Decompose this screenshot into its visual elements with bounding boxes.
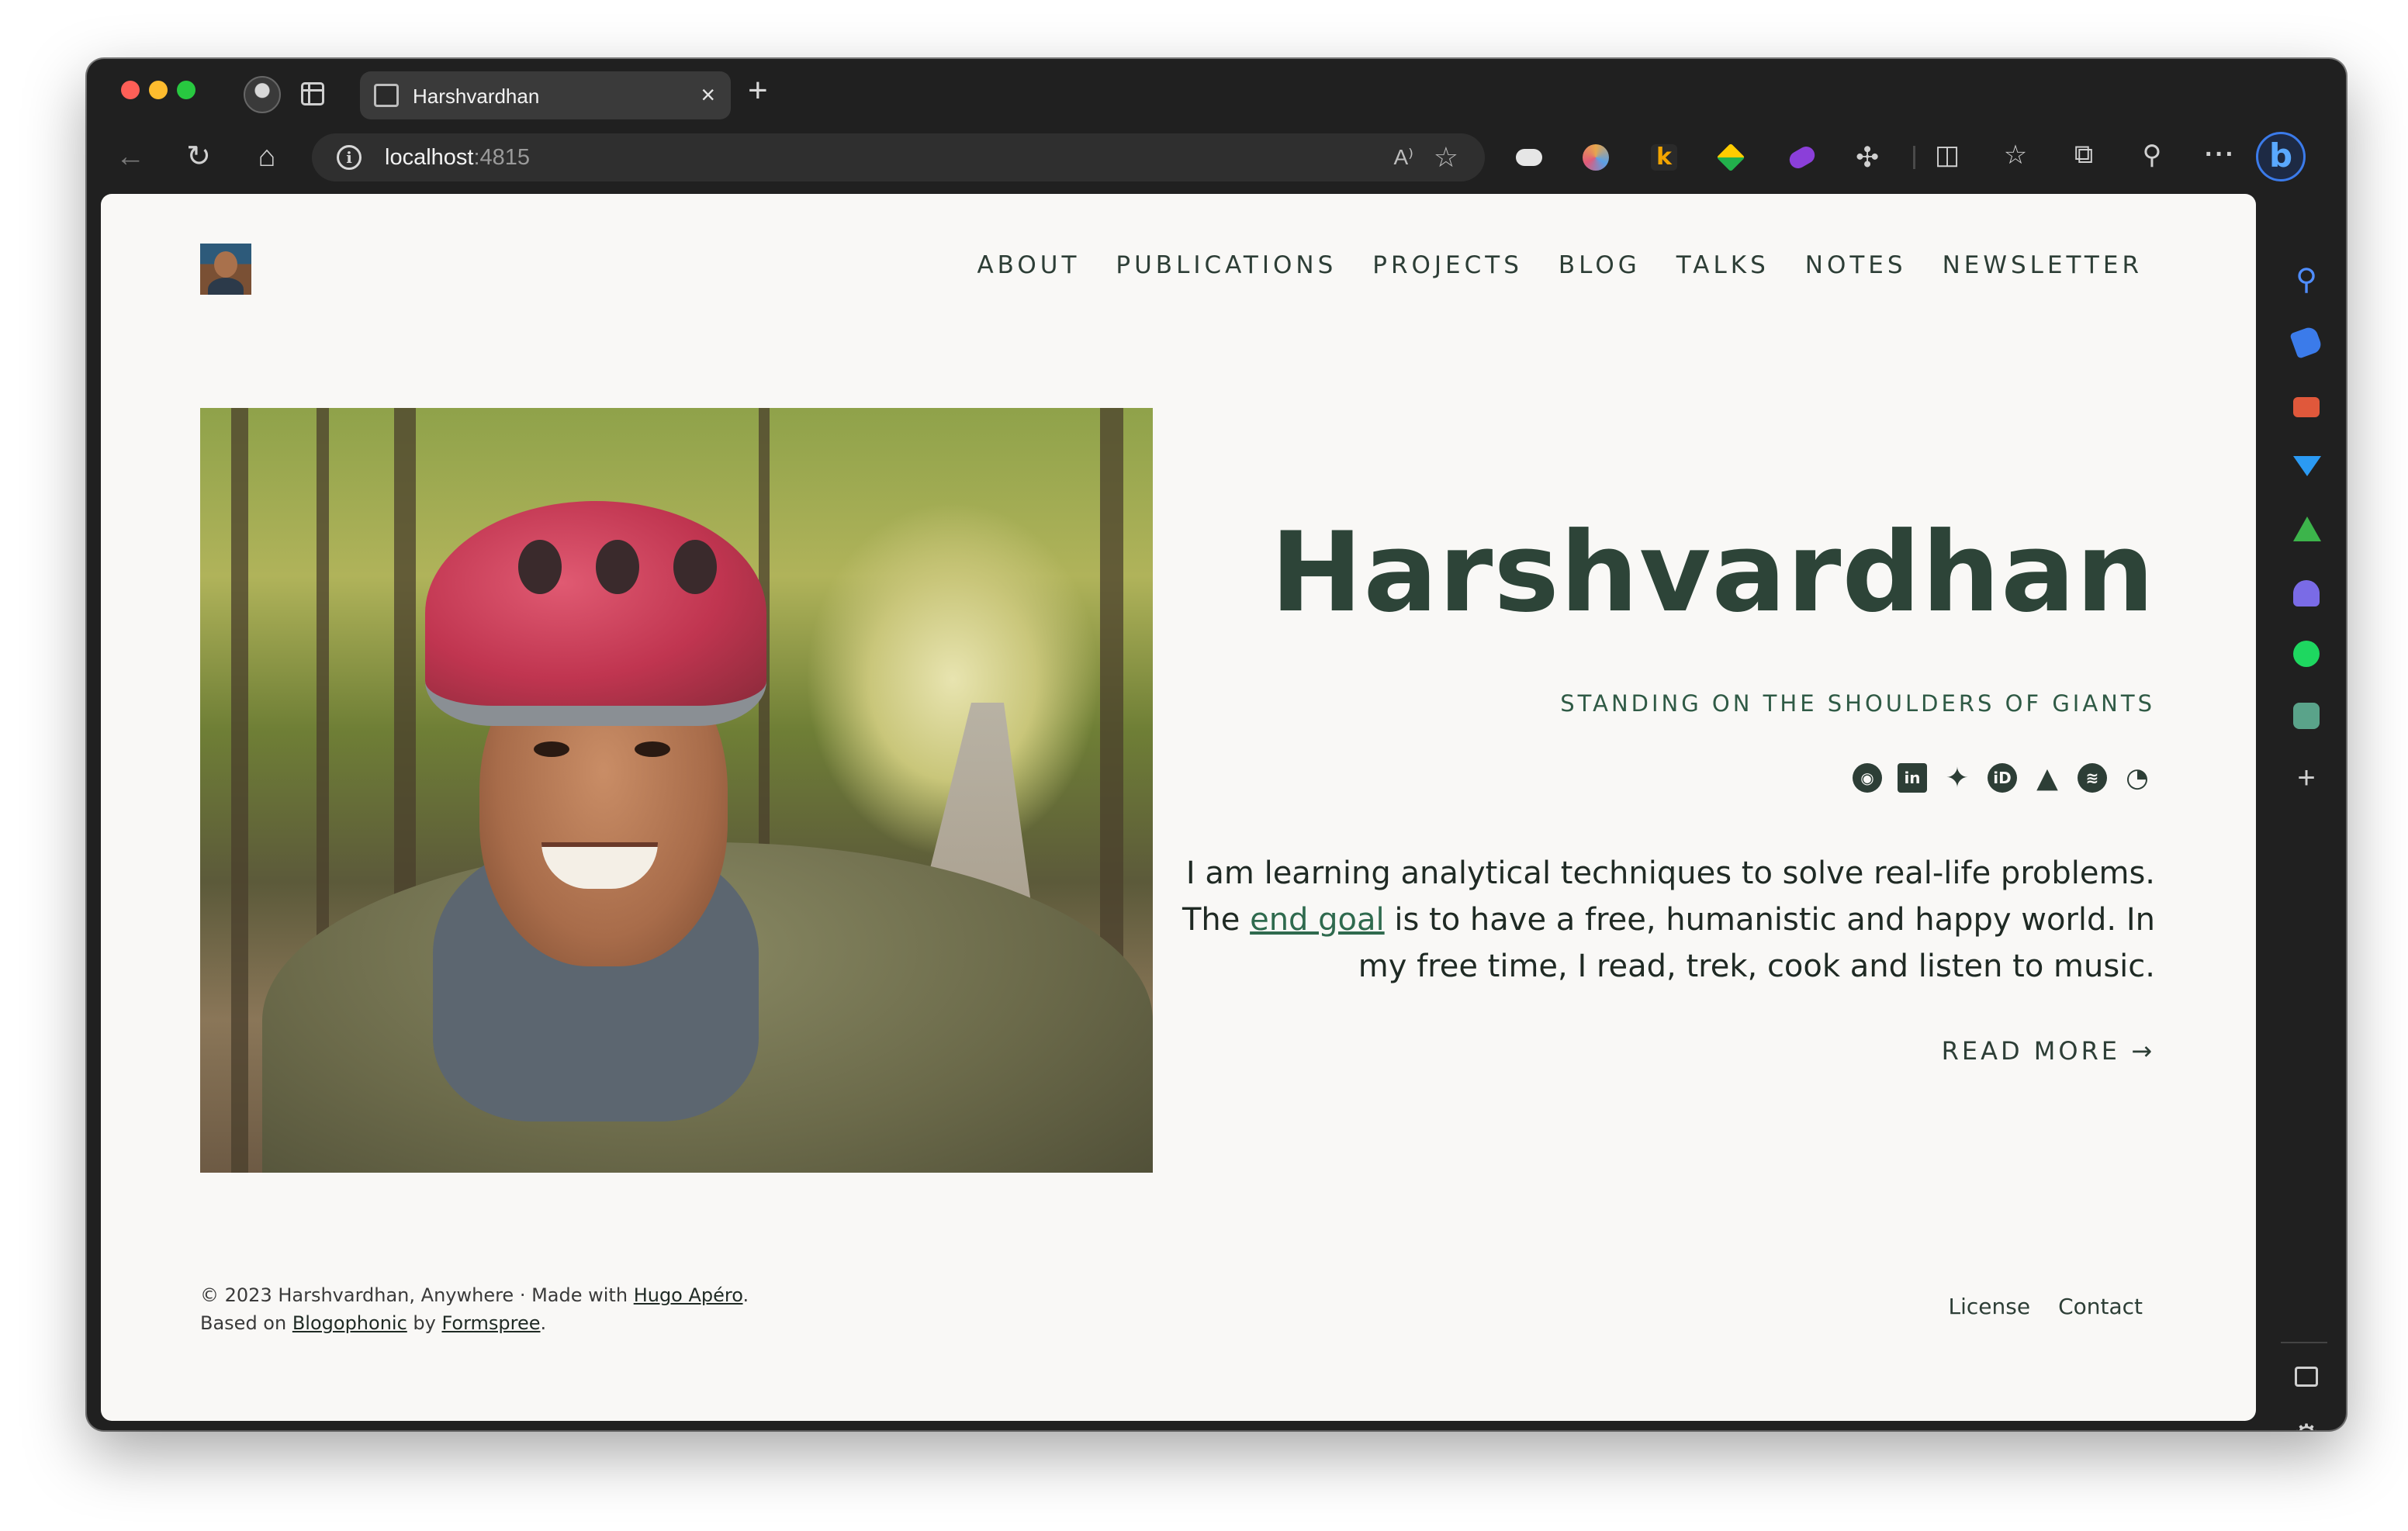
page-viewport: ABOUT PUBLICATIONS PROJECTS BLOG TALKS N… xyxy=(101,194,2256,1421)
footer-links: License Contact xyxy=(1949,1294,2143,1319)
window-maximize-button[interactable] xyxy=(177,81,195,99)
tab-harshvardhan[interactable]: Harshvardhan × xyxy=(360,71,731,119)
collections-icon[interactable]: ⧉ xyxy=(2067,140,2101,170)
browser-window: Harshvardhan × + ← ↻ ⌂ i localhost:4815 … xyxy=(87,59,2346,1430)
tab-bar: Harshvardhan × + xyxy=(87,59,2346,129)
address-bar[interactable]: i localhost:4815 A⁾ ☆ xyxy=(312,133,1485,181)
sidebar-spotify-icon[interactable] xyxy=(2293,641,2320,667)
url-port: :4815 xyxy=(473,145,531,170)
extensions-puzzle-icon[interactable]: ✣ xyxy=(1856,143,1882,171)
photo-eye xyxy=(635,741,670,757)
spotify-icon[interactable]: ≋ xyxy=(2078,763,2107,793)
license-link[interactable]: License xyxy=(1949,1294,2031,1319)
read-aloud-icon[interactable]: A⁾ xyxy=(1393,144,1413,170)
toolbar: ← ↻ ⌂ i localhost:4815 A⁾ ☆ k ✣ ◫ ☆ ⧉ ⚲ … xyxy=(87,129,2346,185)
blogophonic-link[interactable]: Blogophonic xyxy=(292,1312,407,1334)
k-extension-icon[interactable]: k xyxy=(1651,144,1677,171)
tab-title: Harshvardhan xyxy=(413,85,540,108)
photo-tree xyxy=(231,408,248,1173)
sidebar-tools-briefcase-icon[interactable] xyxy=(2293,397,2320,417)
sidebar-panel-toggle-icon[interactable] xyxy=(2295,1367,2318,1387)
add-favorite-star-icon[interactable]: ☆ xyxy=(1434,141,1458,174)
orcid-icon[interactable]: iD xyxy=(1988,763,2017,793)
hero-photo xyxy=(200,408,1153,1173)
sidebar-shopping-tag-icon[interactable] xyxy=(2289,325,2323,359)
new-tab-button[interactable]: + xyxy=(748,71,768,110)
sidebar-add-icon[interactable]: + xyxy=(2293,762,2320,793)
rss-icon[interactable]: ◔ xyxy=(2123,762,2152,793)
footer-copyright: © 2023 Harshvardhan, Anywhere xyxy=(200,1284,514,1306)
site-logo-avatar[interactable] xyxy=(200,244,251,295)
contact-link[interactable]: Contact xyxy=(2058,1294,2143,1319)
profile-avatar[interactable] xyxy=(244,76,281,113)
hero-desc-part2: is to have a free, humanistic and happy … xyxy=(1358,902,2155,984)
footer-credits: © 2023 Harshvardhan, Anywhere · Made wit… xyxy=(200,1281,749,1337)
photo-helmet-vent xyxy=(673,540,717,594)
nav-publications[interactable]: PUBLICATIONS xyxy=(1116,251,1337,279)
back-button[interactable]: ← xyxy=(109,135,152,178)
nav-newsletter[interactable]: NEWSLETTER xyxy=(1943,251,2143,279)
social-links: ◉ in ✦ iD ▲ ≋ ◔ xyxy=(1853,762,2152,794)
cloud-extension-icon[interactable] xyxy=(1516,149,1542,166)
url-text[interactable]: localhost:4815 xyxy=(385,145,530,171)
formspree-link[interactable]: Formspree xyxy=(441,1312,540,1334)
toolbar-divider xyxy=(1913,146,1915,169)
scholar-icon[interactable]: ▲ xyxy=(2033,762,2062,794)
tab-close-icon[interactable]: × xyxy=(701,81,715,109)
nav-talks[interactable]: TALKS xyxy=(1676,251,1770,279)
github-icon[interactable]: ◉ xyxy=(1853,763,1882,793)
hero-title: Harshvardhan xyxy=(1270,509,2155,637)
sidebar-search-icon[interactable]: ⚲ xyxy=(2293,265,2320,295)
globe-extension-icon[interactable] xyxy=(1583,144,1609,171)
nav-projects[interactable]: PROJECTS xyxy=(1372,251,1523,279)
footer-period: . xyxy=(742,1284,749,1306)
hugo-apero-link[interactable]: Hugo Apéro xyxy=(634,1284,743,1306)
home-button[interactable]: ⌂ xyxy=(245,135,289,178)
footer-period-2: . xyxy=(540,1312,547,1334)
photo-helmet-vent xyxy=(596,540,639,594)
sidebar-chatgpt-icon[interactable] xyxy=(2293,703,2320,729)
tab-favicon-icon xyxy=(374,84,399,107)
nav-notes[interactable]: NOTES xyxy=(1805,251,1907,279)
end-goal-link[interactable]: end goal xyxy=(1250,902,1385,938)
hero-description: I am learning analytical techniques to s… xyxy=(1147,850,2155,990)
split-screen-icon[interactable]: ◫ xyxy=(1930,140,1964,171)
sidebar-tree-icon[interactable] xyxy=(2293,517,2321,541)
tab-actions-icon[interactable] xyxy=(301,82,324,105)
footer-by: by xyxy=(407,1312,442,1334)
photo-helmet-vent xyxy=(518,540,562,594)
twitter-icon[interactable]: ✦ xyxy=(1943,762,1972,794)
footer-made-with: Made with xyxy=(531,1284,634,1306)
sidebar-person-icon[interactable] xyxy=(2293,580,2320,607)
footer-based-on: Based on xyxy=(200,1312,292,1334)
read-more-link[interactable]: READ MORE → xyxy=(1942,1036,2155,1066)
nav-about[interactable]: ABOUT xyxy=(977,251,1080,279)
footer-line-2: Based on Blogophonic by Formspree. xyxy=(200,1309,749,1337)
bing-copilot-button[interactable]: b xyxy=(2256,132,2306,181)
diamond-extension-icon[interactable] xyxy=(1716,143,1745,172)
window-minimize-button[interactable] xyxy=(149,81,168,99)
edge-sidebar: ⚲ + ⚙ xyxy=(2265,185,2346,1430)
window-close-button[interactable] xyxy=(121,81,140,99)
favorites-icon[interactable]: ☆ xyxy=(1998,140,2033,171)
photo-helmet xyxy=(425,501,766,726)
sidebar-divider xyxy=(2281,1342,2327,1343)
linkedin-icon[interactable]: in xyxy=(1898,763,1927,793)
footer-line-1: © 2023 Harshvardhan, Anywhere · Made wit… xyxy=(200,1281,749,1309)
nav-blog[interactable]: BLOG xyxy=(1559,251,1641,279)
site-info-icon[interactable]: i xyxy=(337,145,362,170)
footer-sep: · xyxy=(514,1284,532,1306)
site-nav: ABOUT PUBLICATIONS PROJECTS BLOG TALKS N… xyxy=(977,251,2143,279)
browser-essentials-icon[interactable]: ⚲ xyxy=(2135,140,2169,171)
reload-button[interactable]: ↻ xyxy=(177,135,220,178)
sidebar-send-plane-icon[interactable] xyxy=(2293,456,2321,476)
more-options-icon[interactable]: ··· xyxy=(2203,140,2237,170)
hero-subtitle: STANDING ON THE SHOULDERS OF GIANTS xyxy=(1560,690,2155,717)
sidebar-settings-gear-icon[interactable]: ⚙ xyxy=(2293,1421,2320,1430)
pill-extension-icon[interactable] xyxy=(1786,143,1818,172)
photo-eye xyxy=(534,741,569,757)
url-host: localhost xyxy=(385,145,474,170)
